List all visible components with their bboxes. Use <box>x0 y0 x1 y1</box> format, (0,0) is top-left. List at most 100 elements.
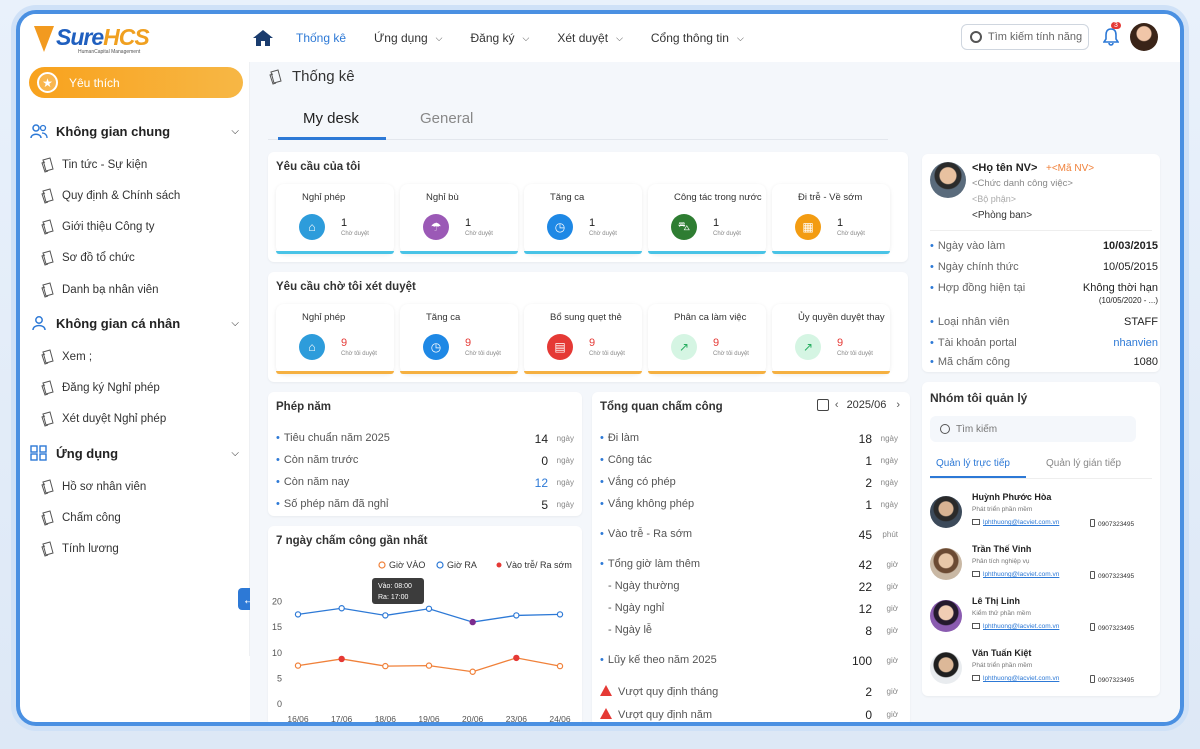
timesheet-row: Vắng có phép 2 ngày <box>600 476 898 494</box>
row-value: 0 <box>865 708 872 722</box>
tile-accent-bar <box>648 251 766 254</box>
document-icon <box>41 349 54 365</box>
tab-direct-reports[interactable]: Quản lý trực tiếp <box>936 458 1010 469</box>
team-member[interactable]: Trần Thế Vinh Phân tích nghiệp vụ lphthu… <box>930 544 1160 590</box>
timesheet-row: Vắng không phép 1 ngày <box>600 498 898 516</box>
request-count: 1 <box>589 217 596 229</box>
member-email[interactable]: lphthuong@lacviet.com.vn <box>972 675 1059 682</box>
request-count: 9 <box>589 337 596 349</box>
notification-bell-icon[interactable]: 3 <box>1102 22 1121 46</box>
active-tab-indicator <box>278 137 386 140</box>
sidebar-item-leave-approve[interactable]: Xét duyệt Nghỉ phép <box>40 410 166 428</box>
section-applications[interactable]: Ứng dụng ⌵ <box>30 442 245 464</box>
nav-cong-thong-tin[interactable]: Cổng thông tin ⌵ <box>651 31 744 45</box>
tooltip-line: Ra: 17:00 <box>378 594 408 601</box>
tab-general[interactable]: General <box>420 110 473 127</box>
section-personal-space[interactable]: Không gian cá nhân ⌵ <box>30 312 245 334</box>
row-label: Đi làm <box>600 432 639 444</box>
approval-tile-overtime[interactable]: Tăng ca ◷ 9 Chờ tôi duyệt <box>400 304 518 374</box>
request-name: Bổ sung quẹt thẻ <box>550 312 622 323</box>
request-tile-late-early[interactable]: Đi trễ - Về sớm ▦ 1 Chờ duyệt <box>772 184 890 254</box>
sidebar-item-policies[interactable]: Quy định & Chính sách <box>40 187 180 205</box>
sidebar-item-directory[interactable]: Danh bạ nhân viên <box>40 281 159 299</box>
row-value[interactable]: nhanvien <box>1113 337 1158 349</box>
approval-tile-delegate[interactable]: Ủy quyền duyệt thay ↗ 9 Chờ tôi duyệt <box>772 304 890 374</box>
sidebar-item-view[interactable]: Xem ; <box>40 348 92 366</box>
request-tile-business-trip[interactable]: Công tác trong nước ⛍ 1 Chờ duyệt <box>648 184 766 254</box>
sidebar-item-label: Sơ đồ tổ chức <box>62 252 135 264</box>
approval-tile-shift[interactable]: Phân ca làm việc ↗ 9 Chờ tôi duyệt <box>648 304 766 374</box>
sidebar-item-leave-register[interactable]: Đăng ký Nghỉ phép <box>40 379 160 397</box>
timesheet-row: Vào trễ - Ra sớm 45 phút <box>600 528 898 546</box>
card-title: Nhóm tôi quản lý <box>930 391 1028 405</box>
row-label: Vắng có phép <box>600 476 676 488</box>
user-avatar[interactable] <box>1130 23 1158 51</box>
request-name: Đi trễ - Về sớm <box>798 192 863 203</box>
member-name: Lê Thị Linh <box>972 596 1020 606</box>
member-email[interactable]: lphthuong@lacviet.com.vn <box>972 623 1059 630</box>
timesheet-row: - Ngày nghỉ 12 giờ <box>600 602 898 620</box>
tab-indirect-reports[interactable]: Quản lý gián tiếp <box>1046 458 1121 469</box>
feature-search-input[interactable]: Tìm kiếm tính năng <box>961 24 1089 50</box>
timesheet-row: Vượt quy định năm 0 giờ <box>600 708 898 722</box>
row-label: Loại nhân viên <box>930 316 1010 328</box>
nav-xet-duyet[interactable]: Xét duyệt ⌵ <box>557 31 623 45</box>
umbrella-icon: ☂ <box>423 214 449 240</box>
row-label: Mã chấm công <box>930 356 1010 368</box>
next-period-button[interactable]: › <box>896 399 900 411</box>
member-email[interactable]: lphthuong@lacviet.com.vn <box>972 571 1059 578</box>
row-label: Vào trễ - Ra sớm <box>600 528 692 540</box>
sidebar-item-payroll[interactable]: Tính lương <box>40 540 119 558</box>
data-point <box>382 612 389 619</box>
row-unit: giờ <box>886 656 898 665</box>
profile-dept: <Bộ phận> <box>972 194 1017 204</box>
request-tile-overtime[interactable]: Tăng ca ◷ 1 Chờ duyệt <box>524 184 642 254</box>
member-email[interactable]: lphthuong@lacviet.com.vn <box>972 519 1059 526</box>
attendance-line-chart: Giờ VÀO Giờ RA Vào trễ/ Ra sớm 0 5 10 15 20 1… <box>272 560 572 724</box>
sidebar-item-news[interactable]: Tin tức - Sự kiện <box>40 156 147 174</box>
member-name: Trần Thế Vinh <box>972 544 1032 554</box>
phone-icon <box>1090 675 1095 683</box>
legend-label: Giờ VÀO <box>389 560 425 570</box>
profile-row: Hợp đồng hiện tại Không thời hạn(10/05/20… <box>930 282 1158 308</box>
team-member[interactable]: Lê Thị Linh Kiểm thử phần mềm lphthuong@… <box>930 596 1160 642</box>
card-title: Tổng quan chấm công <box>600 401 723 413</box>
tile-accent-bar <box>400 251 518 254</box>
member-avatar <box>930 600 962 632</box>
row-unit: ngày <box>556 434 574 443</box>
sidebar-item-timekeeping[interactable]: Chấm công <box>40 509 121 527</box>
nav-thong-ke[interactable]: Thống kê <box>296 31 346 45</box>
row-unit: ngày <box>556 500 574 509</box>
my-requests-card: Yêu cầu của tôi Nghỉ phép ⌂ 1 Chờ duyệt … <box>268 152 908 262</box>
approval-tile-leave[interactable]: Nghỉ phép ⌂ 9 Chờ tôi duyệt <box>276 304 394 374</box>
row-label: Hợp đồng hiện tại <box>930 282 1025 294</box>
favorites-button[interactable]: ★ Yêu thích <box>29 67 243 98</box>
prev-period-button[interactable]: ‹ <box>835 399 839 411</box>
app-logo[interactable]: SureHCS HumanCapital Management <box>34 22 184 56</box>
calendar-icon[interactable] <box>816 399 829 411</box>
team-search-input[interactable]: Tìm kiếm <box>930 416 1136 442</box>
request-tile-leave[interactable]: Nghỉ phép ⌂ 1 Chờ duyệt <box>276 184 394 254</box>
x-tick-label: 17/06 <box>331 714 353 724</box>
pending-approval-card: Yêu cầu chờ tôi xét duyệt Nghỉ phép ⌂ 9 … <box>268 272 908 382</box>
main-content: Thống kê My desk General Yêu cầu của tôi… <box>250 62 1180 724</box>
team-member[interactable]: Huỳnh Phước Hòa Phát triển phần mềm lpht… <box>930 492 1160 538</box>
chevron-down-icon: ⌵ <box>736 32 744 43</box>
team-member[interactable]: Văn Tuấn Kiệt Phát triển phần mềm lphthu… <box>930 648 1160 694</box>
home-icon[interactable] <box>252 29 274 47</box>
approval-tile-card-swipe[interactable]: Bổ sung quẹt thẻ ▤ 9 Chờ tôi duyệt <box>524 304 642 374</box>
sidebar-item-company-intro[interactable]: Giới thiệu Công ty <box>40 218 155 236</box>
row-label: Ngày chính thức <box>930 261 1019 273</box>
tab-my-desk[interactable]: My desk <box>303 110 359 127</box>
y-tick-label: 15 <box>272 622 282 632</box>
section-common-space[interactable]: Không gian chung ⌵ <box>30 120 245 142</box>
sidebar-item-label: Đăng ký Nghỉ phép <box>62 382 160 394</box>
nav-dang-ky[interactable]: Đăng ký ⌵ <box>471 31 530 45</box>
sidebar-item-employee-profile[interactable]: Hồ sơ nhân viên <box>40 478 146 496</box>
request-tile-comp-leave[interactable]: Nghỉ bù ☂ 1 Chờ duyệt <box>400 184 518 254</box>
data-point <box>556 611 564 618</box>
employee-profile-card: <Họ tên NV> +<Mã NV> <Chức danh công việ… <box>922 154 1160 372</box>
nav-ung-dung[interactable]: Ứng dụng ⌵ <box>374 31 442 45</box>
timesheet-row: - Ngày thường 22 giờ <box>600 580 898 598</box>
sidebar-item-org-chart[interactable]: Sơ đồ tổ chức <box>40 249 135 267</box>
